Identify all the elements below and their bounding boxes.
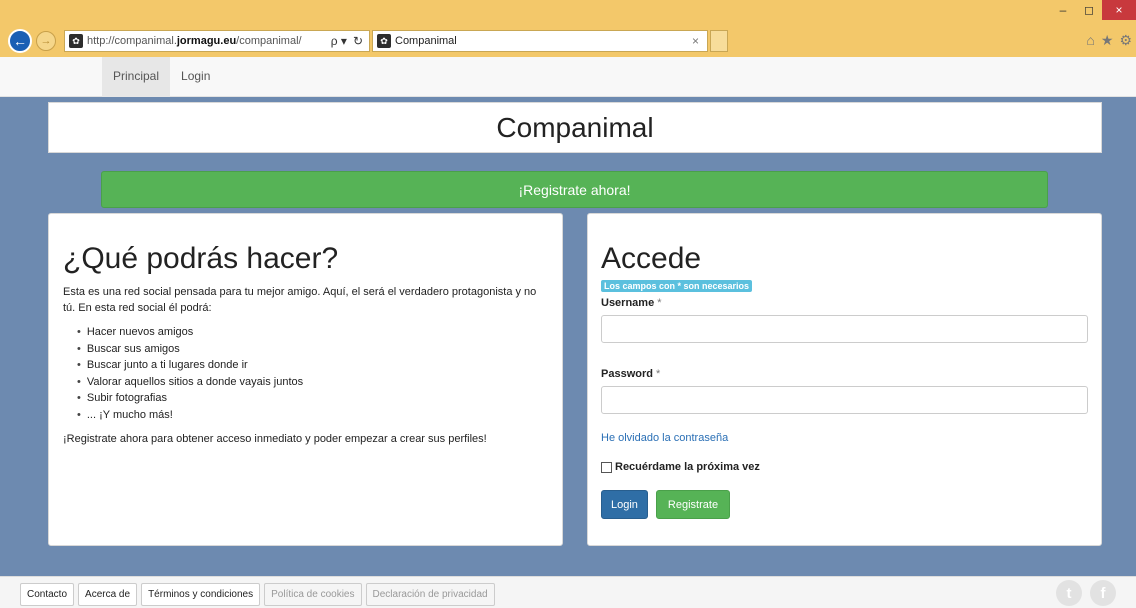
list-item: Hacer nuevos amigos (77, 324, 550, 341)
site-header: Companimal (48, 102, 1102, 153)
register-now-button[interactable]: ¡Registrate ahora! (101, 171, 1048, 208)
footer-link-contacto[interactable]: Contacto (20, 583, 75, 606)
window-controls: – ◻ × (1050, 0, 1136, 20)
list-item: Subir fotografias (77, 390, 550, 407)
password-input[interactable] (601, 386, 1088, 414)
forgot-password-link[interactable]: He olvidado la contraseña (601, 432, 1088, 444)
restore-button[interactable]: ◻ (1076, 0, 1102, 20)
required-mark: * (656, 368, 661, 380)
footer-link-cookies[interactable]: Política de cookies (264, 583, 362, 606)
forward-button[interactable]: → (36, 31, 56, 51)
tab-close-icon[interactable]: × (692, 34, 707, 48)
login-panel: Accede Los campos con * son necesarios U… (587, 213, 1102, 546)
remember-me-label[interactable]: Recuérdame la próxima vez (615, 461, 760, 473)
remember-me: Recuérdame la próxima vez (601, 461, 1088, 473)
site-title: Companimal (496, 111, 654, 143)
facebook-icon[interactable]: f (1090, 580, 1116, 606)
settings-icon[interactable]: ⚙ (1119, 32, 1132, 49)
url-prefix: http://companimal. (87, 35, 177, 47)
register-button[interactable]: Registrate (655, 490, 731, 519)
username-label-text: Username (601, 297, 655, 309)
username-label: Username * (601, 297, 1088, 309)
close-window-button[interactable]: × (1102, 0, 1136, 20)
footer-link-acerca[interactable]: Acerca de (78, 583, 138, 606)
paw-icon: ✿ (377, 34, 391, 48)
features-list: Hacer nuevos amigos Buscar sus amigos Bu… (63, 324, 550, 423)
new-tab-button[interactable] (710, 30, 728, 52)
remember-me-checkbox[interactable] (601, 461, 612, 473)
required-fields-badge: Los campos con * son necesarios (601, 280, 753, 292)
nav-item-login[interactable]: Login (170, 57, 221, 97)
home-icon[interactable]: ⌂ (1086, 32, 1094, 49)
address-url[interactable]: http://companimal.jormagu.eu/companimal/ (87, 35, 331, 47)
arrow-right-icon: → (40, 35, 52, 47)
social-links: t f (1056, 580, 1116, 606)
app-navbar: Principal Login (0, 57, 1136, 97)
favorites-icon[interactable]: ★ (1101, 32, 1114, 49)
footer: Contacto Acerca de Términos y condicione… (0, 576, 1136, 608)
login-actions: Login Registrate (601, 490, 1088, 519)
list-item: Valorar aquellos sitios a donde vayais j… (77, 374, 550, 391)
address-tools: ρ ▾ ↻ (331, 34, 369, 48)
features-intro: Esta es una red social pensada para tu m… (63, 286, 537, 314)
twitter-icon[interactable]: t (1056, 580, 1082, 606)
minimize-button[interactable]: – (1050, 0, 1076, 20)
browser-chrome: – ◻ × ← → ✿ http://companimal.jormagu.eu… (0, 0, 1136, 57)
features-title: ¿Qué podrás hacer? (63, 242, 339, 275)
tab-title: Companimal (395, 35, 457, 47)
footer-links: Contacto Acerca de Términos y condicione… (20, 583, 495, 606)
arrow-left-icon: ← (13, 33, 27, 49)
paw-icon: ✿ (69, 34, 83, 48)
refresh-icon[interactable]: ↻ (353, 34, 363, 48)
toolbar-icons: ⌂ ★ ⚙ (1086, 32, 1132, 49)
footer-link-terminos[interactable]: Términos y condiciones (141, 583, 261, 606)
login-title: Accede (601, 242, 702, 275)
features-panel: ¿Qué podrás hacer? Esta es una red socia… (48, 213, 563, 546)
username-input[interactable] (601, 315, 1088, 343)
password-label: Password * (601, 368, 1088, 380)
address-bar[interactable]: ✿ http://companimal.jormagu.eu/companima… (64, 30, 370, 52)
list-item: Buscar junto a ti lugares donde ir (77, 357, 550, 374)
search-icon[interactable]: ρ ▾ (331, 34, 347, 48)
list-item: ... ¡Y mucho más! (77, 407, 550, 424)
back-button[interactable]: ← (8, 29, 32, 53)
list-item: Buscar sus amigos (77, 341, 550, 358)
login-button[interactable]: Login (601, 490, 648, 519)
url-path: /companimal/ (236, 35, 302, 47)
browser-tab[interactable]: ✿ Companimal × (372, 30, 708, 52)
password-label-text: Password (601, 368, 653, 380)
nav-item-principal[interactable]: Principal (102, 57, 171, 97)
nav-menu: Principal Login (102, 57, 221, 97)
required-mark: * (657, 297, 662, 309)
footer-link-privacidad[interactable]: Declaración de privacidad (365, 583, 495, 606)
url-domain: jormagu.eu (176, 35, 237, 47)
register-cta-text: ¡Registrate ahora para obtener acceso in… (63, 433, 487, 445)
